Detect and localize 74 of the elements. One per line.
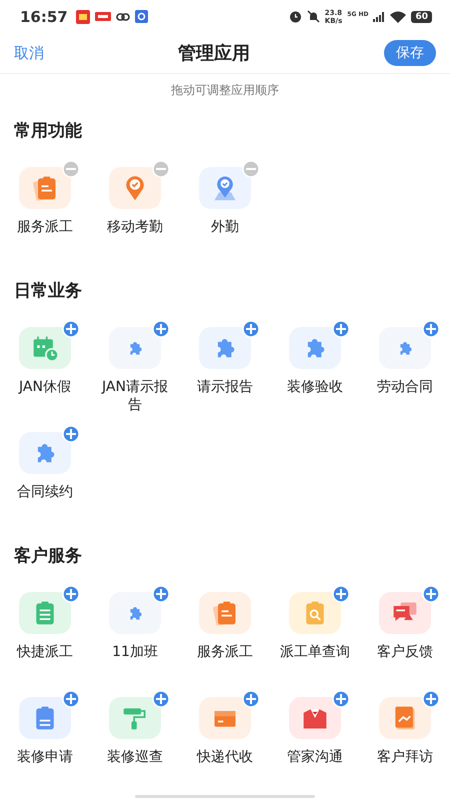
add-icon[interactable] bbox=[62, 690, 80, 708]
app-label: 装修申请 bbox=[16, 748, 74, 766]
app-tile[interactable] bbox=[199, 697, 251, 739]
battery-indicator: 60 bbox=[411, 10, 432, 22]
add-icon[interactable] bbox=[152, 320, 170, 338]
app-tile[interactable] bbox=[109, 697, 161, 739]
app-tile[interactable] bbox=[109, 167, 161, 209]
app-label: 外勤 bbox=[210, 218, 240, 236]
section-title: 客户服务 bbox=[13, 545, 83, 567]
signal-icon bbox=[373, 12, 386, 22]
app-label: 服务派工 bbox=[196, 643, 254, 661]
add-icon[interactable] bbox=[422, 585, 440, 603]
app-tile[interactable] bbox=[109, 327, 161, 369]
add-icon[interactable] bbox=[422, 320, 440, 338]
app-tile[interactable] bbox=[199, 167, 251, 209]
add-icon[interactable] bbox=[332, 320, 350, 338]
link-icon bbox=[116, 12, 130, 22]
app-label: 客户拜访 bbox=[376, 748, 434, 766]
remove-icon[interactable] bbox=[242, 160, 260, 178]
app-label: 快捷派工 bbox=[16, 643, 74, 661]
remove-icon[interactable] bbox=[62, 160, 80, 178]
app-tile[interactable] bbox=[379, 697, 431, 739]
app-label: JAN请示报告 bbox=[100, 378, 169, 414]
app-label: 请示报告 bbox=[196, 378, 254, 396]
add-icon[interactable] bbox=[242, 320, 260, 338]
app-tile[interactable] bbox=[289, 592, 341, 634]
cancel-button[interactable]: 取消 bbox=[14, 44, 44, 62]
app-tile[interactable] bbox=[289, 327, 341, 369]
status-time: 16:57 bbox=[20, 8, 68, 26]
reorder-hint: 拖动可调整应用顺序 bbox=[170, 82, 280, 99]
app-tile[interactable] bbox=[199, 592, 251, 634]
section-title: 常用功能 bbox=[13, 120, 83, 142]
app-label: 快递代收 bbox=[196, 748, 254, 766]
alarm-icon bbox=[288, 10, 302, 23]
app-label: 合同续约 bbox=[16, 483, 74, 501]
add-icon[interactable] bbox=[242, 690, 260, 708]
remove-icon[interactable] bbox=[152, 160, 170, 178]
app-tile[interactable] bbox=[19, 592, 71, 634]
app-label: 服务派工 bbox=[16, 218, 74, 236]
add-icon[interactable] bbox=[332, 690, 350, 708]
page-title: 管理应用 bbox=[178, 42, 250, 65]
app-label: JAN休假 bbox=[17, 378, 72, 396]
wifi-icon bbox=[390, 10, 406, 22]
app-tile[interactable] bbox=[289, 697, 341, 739]
app-tile[interactable] bbox=[199, 327, 251, 369]
app-tile[interactable] bbox=[19, 697, 71, 739]
add-icon[interactable] bbox=[152, 690, 170, 708]
add-icon[interactable] bbox=[62, 585, 80, 603]
app-label: 客户反馈 bbox=[376, 643, 434, 661]
add-icon[interactable] bbox=[332, 585, 350, 603]
app-label: 管家沟通 bbox=[286, 748, 344, 766]
app-label: 派工单查询 bbox=[279, 643, 351, 661]
app-notification-icon bbox=[94, 12, 111, 21]
app-label: 移动考勤 bbox=[106, 218, 164, 236]
section-title: 日常业务 bbox=[13, 280, 83, 302]
app-tile[interactable] bbox=[19, 432, 71, 474]
app-label: 装修验收 bbox=[286, 378, 344, 396]
app-tile[interactable] bbox=[19, 167, 71, 209]
app-tile[interactable] bbox=[19, 327, 71, 369]
save-button[interactable]: 保存 bbox=[384, 40, 436, 66]
app-tile[interactable] bbox=[109, 592, 161, 634]
app-label: 装修巡查 bbox=[106, 748, 164, 766]
app-label: 劳动合同 bbox=[376, 378, 434, 396]
muted-bell-icon bbox=[306, 10, 320, 23]
app-notification-icon bbox=[134, 10, 148, 23]
add-icon[interactable] bbox=[152, 585, 170, 603]
app-tile[interactable] bbox=[379, 592, 431, 634]
add-icon[interactable] bbox=[422, 690, 440, 708]
app-tile[interactable] bbox=[379, 327, 431, 369]
add-icon[interactable] bbox=[62, 425, 80, 443]
add-icon[interactable] bbox=[62, 320, 80, 338]
calendar-icon bbox=[31, 334, 59, 362]
app-label: 11加班 bbox=[111, 643, 159, 661]
app-notification-icon bbox=[76, 10, 90, 24]
